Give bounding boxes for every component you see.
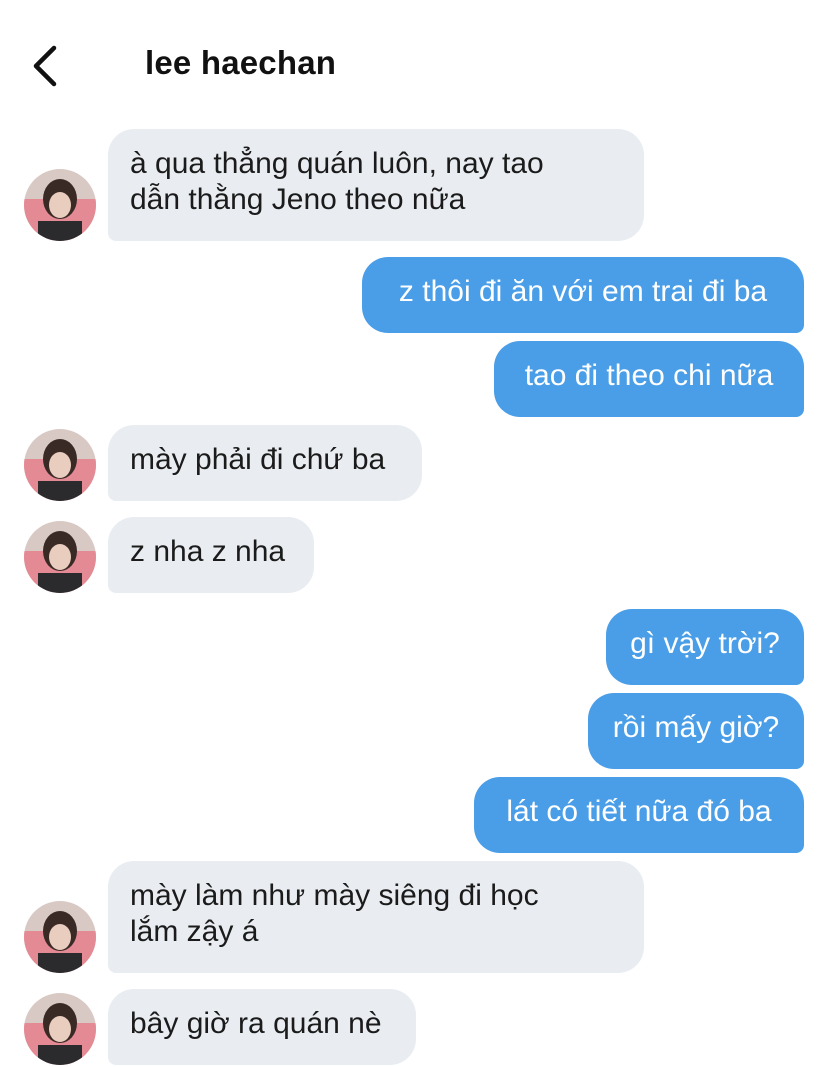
message-bubble[interactable]: z thôi đi ăn với em trai đi ba — [362, 257, 804, 333]
avatar-image — [24, 169, 96, 241]
message-bubble[interactable]: mày phải đi chứ ba — [108, 425, 422, 501]
avatar — [24, 901, 96, 973]
avatar — [24, 993, 96, 1065]
avatar — [24, 521, 96, 593]
avatar-image — [24, 901, 96, 973]
message-bubble[interactable]: lát có tiết nữa đó ba — [474, 777, 804, 853]
message-thread: à qua thẳng quán luôn, nay tao dẫn thằng… — [0, 0, 826, 1067]
message-bubble[interactable]: à qua thẳng quán luôn, nay tao dẫn thằng… — [108, 129, 644, 241]
message-bubble[interactable]: gì vậy trời? — [606, 609, 804, 685]
message-bubble[interactable]: bây giờ ra quán nè — [108, 989, 416, 1065]
message-bubble[interactable]: tao đi theo chi nữa — [494, 341, 804, 417]
avatar-image — [24, 429, 96, 501]
avatar — [24, 429, 96, 501]
avatar-image — [24, 993, 96, 1065]
message-bubble[interactable]: rồi mấy giờ? — [588, 693, 804, 769]
message-bubble[interactable]: mày làm như mày siêng đi học lắm zậy á — [108, 861, 644, 973]
avatar — [24, 169, 96, 241]
avatar-image — [24, 521, 96, 593]
message-bubble[interactable]: z nha z nha — [108, 517, 314, 593]
